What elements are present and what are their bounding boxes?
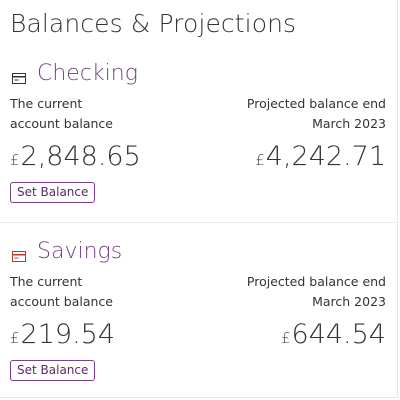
- current-balance-amount: £2,848.65: [10, 140, 141, 177]
- current-balance-amount: £219.54: [10, 318, 115, 355]
- currency-symbol: £: [255, 151, 265, 169]
- balances-panel: Balances & Projections Checking The curr…: [0, 0, 398, 398]
- current-balance-label: The current account balance: [10, 94, 160, 134]
- currency-symbol: £: [280, 329, 291, 347]
- projected-balance-amount: £644.54: [281, 318, 386, 355]
- page-title: Balances & Projections: [10, 9, 297, 38]
- projected-balance-value: 644.54: [291, 319, 386, 350]
- card-icon: [12, 247, 26, 262]
- currency-symbol: £: [10, 151, 20, 169]
- current-balance-label-line2: account balance: [10, 294, 113, 309]
- current-balance-label-line1: The current: [10, 274, 83, 289]
- currency-symbol: £: [10, 329, 20, 347]
- account-card-checking: Checking The current account balance Pro…: [0, 44, 398, 223]
- projected-balance-value: 4,242.71: [265, 141, 386, 172]
- projected-balance-amount: £4,242.71: [255, 140, 386, 177]
- account-name: Savings: [37, 239, 123, 264]
- set-balance-button[interactable]: Set Balance: [10, 182, 96, 203]
- projected-balance-label-line2: March 2023: [312, 294, 386, 309]
- projected-balance-label: Projected balance end March 2023: [186, 94, 386, 134]
- account-name: Checking: [37, 61, 138, 86]
- current-balance-label: The current account balance: [10, 272, 160, 312]
- current-balance-value: 2,848.65: [20, 141, 141, 172]
- account-card-savings: Savings The current account balance Proj…: [0, 222, 398, 400]
- projected-balance-label-line1: Projected balance end: [246, 274, 386, 289]
- card-icon: [12, 69, 26, 84]
- current-balance-label-line2: account balance: [10, 116, 113, 131]
- account-header: Checking: [12, 60, 138, 88]
- current-balance-label-line1: The current: [10, 96, 83, 111]
- projected-balance-label-line1: Projected balance end: [246, 96, 386, 111]
- set-balance-button[interactable]: Set Balance: [10, 360, 96, 381]
- projected-balance-label: Projected balance end March 2023: [186, 272, 386, 312]
- projected-balance-label-line2: March 2023: [312, 116, 386, 131]
- current-balance-value: 219.54: [20, 319, 116, 350]
- account-header: Savings: [12, 238, 122, 266]
